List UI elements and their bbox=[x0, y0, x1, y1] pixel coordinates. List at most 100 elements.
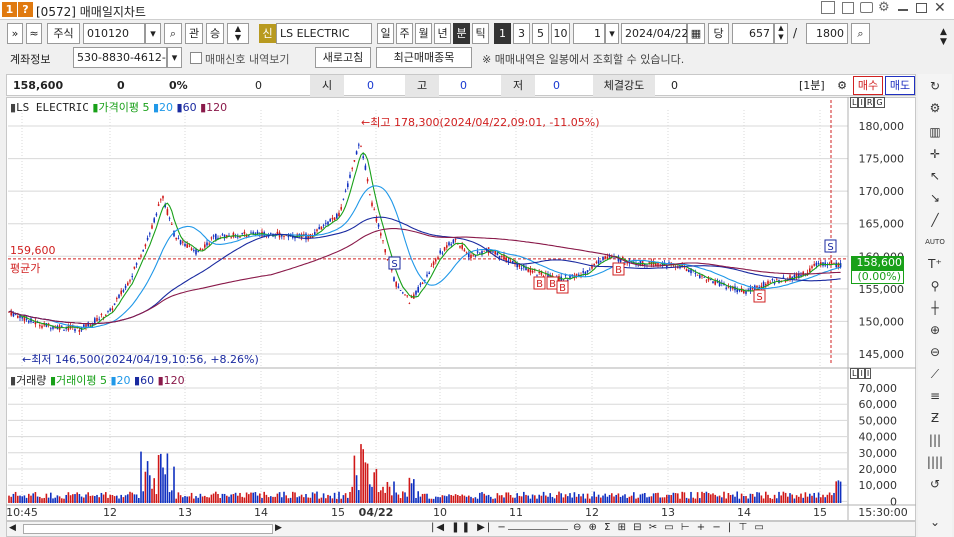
volume-bar bbox=[52, 498, 54, 503]
candle-body bbox=[399, 290, 402, 291]
scroll-left-icon[interactable]: ◀ bbox=[9, 523, 21, 535]
volume-bar bbox=[190, 492, 193, 503]
volume-pane-flags[interactable]: LII bbox=[850, 368, 872, 379]
volume-bar bbox=[371, 486, 373, 503]
candle-body bbox=[318, 227, 320, 230]
volume-bar bbox=[839, 481, 842, 503]
scroll-right-icon[interactable]: ▶ bbox=[275, 523, 282, 533]
indicator-icon[interactable]: ▥ bbox=[922, 122, 948, 142]
volume-bar bbox=[479, 492, 481, 503]
vflag-i1[interactable]: I bbox=[858, 368, 865, 379]
volume-bar bbox=[382, 486, 384, 503]
volume-bar bbox=[571, 497, 573, 503]
volume-bar bbox=[118, 498, 120, 503]
candle-body bbox=[283, 236, 285, 237]
volume-bar bbox=[351, 486, 353, 503]
scroll-down-icon[interactable]: ⌄ bbox=[922, 512, 948, 532]
cursor-icon[interactable]: ↖ bbox=[922, 166, 948, 186]
scroll-track[interactable] bbox=[23, 524, 273, 534]
volume-bar bbox=[208, 497, 210, 503]
candle-body bbox=[230, 237, 232, 239]
candle-body bbox=[703, 276, 705, 278]
pattern-icon[interactable]: ⟋ bbox=[922, 364, 948, 384]
refresh-icon[interactable]: ↻ bbox=[922, 76, 948, 96]
flag-g[interactable]: G bbox=[874, 97, 885, 108]
candle-icon[interactable]: ┼ bbox=[922, 298, 948, 318]
zoom-in-icon[interactable]: ⊕ bbox=[922, 320, 948, 340]
volume-bar bbox=[162, 467, 164, 503]
volume-bar bbox=[817, 492, 820, 503]
candle-body bbox=[177, 238, 180, 240]
volume-bar bbox=[333, 492, 336, 503]
settings-icon[interactable]: ⚙ bbox=[922, 98, 948, 118]
columns-icon[interactable]: |||| bbox=[922, 452, 948, 472]
candle-body bbox=[107, 311, 109, 312]
volume-bar bbox=[800, 493, 802, 503]
flag-r[interactable]: R bbox=[864, 97, 875, 108]
volume-bar bbox=[690, 491, 692, 503]
volume-bar bbox=[545, 495, 547, 503]
fibonacci-icon[interactable]: ≡ bbox=[922, 386, 948, 406]
price-axis-label: 180,000 bbox=[859, 120, 905, 133]
volume-bar bbox=[547, 496, 549, 503]
volume-bar bbox=[795, 495, 798, 503]
volume-bar bbox=[633, 492, 635, 503]
buy-marker-label: B bbox=[549, 279, 556, 290]
volume-legend-ma-label: 거래이평 bbox=[56, 374, 97, 387]
volume-bar bbox=[718, 495, 721, 503]
volume-bar bbox=[657, 492, 659, 503]
volume-bar bbox=[822, 494, 824, 503]
volume-legend-ma5: 5 bbox=[99, 374, 107, 387]
volume-bar bbox=[311, 492, 314, 503]
zoom-out-icon[interactable]: ⊖ bbox=[922, 342, 948, 362]
volume-bar bbox=[496, 493, 499, 503]
candle-body bbox=[712, 281, 714, 284]
trendline-icon[interactable]: ╱ bbox=[922, 210, 948, 230]
volume-bar bbox=[375, 468, 378, 503]
candle-body bbox=[725, 287, 727, 289]
auto-icon[interactable]: AUTO bbox=[922, 232, 948, 252]
playback-controls[interactable]: |◀ ❚❚ ▶| − ⊖ ⊕ Σ ⊞ ⊟ ✂ ▭ ⊢ + − | ⊤ ▭ bbox=[431, 522, 766, 533]
volume-bar bbox=[626, 497, 628, 503]
link-tool-icon[interactable]: ⚲ bbox=[922, 276, 948, 296]
volume-bar bbox=[219, 498, 221, 503]
candle-body bbox=[589, 269, 591, 271]
vflag-i2[interactable]: I bbox=[864, 368, 872, 379]
candle-body bbox=[600, 260, 602, 262]
volume-bar bbox=[8, 495, 10, 503]
volume-bar bbox=[630, 495, 633, 503]
volume-bar bbox=[278, 492, 281, 503]
bars-icon[interactable]: ||| bbox=[922, 430, 948, 450]
volume-bar bbox=[285, 495, 287, 503]
text-icon[interactable]: T⁺ bbox=[922, 254, 948, 274]
flag-i[interactable]: I bbox=[858, 97, 865, 108]
candle-body bbox=[329, 219, 331, 222]
crosshair-icon[interactable]: ✛ bbox=[922, 144, 948, 164]
volume-bar bbox=[404, 492, 406, 503]
volume-bar bbox=[296, 497, 298, 503]
candle-body bbox=[699, 275, 701, 279]
candle-body bbox=[124, 285, 127, 288]
volume-bar bbox=[303, 497, 305, 503]
volume-bar bbox=[793, 498, 796, 503]
time-axis-label: 14 bbox=[737, 506, 751, 519]
candle-body bbox=[377, 224, 380, 227]
volume-bar bbox=[184, 496, 186, 503]
candle-body bbox=[208, 243, 210, 245]
volume-bar bbox=[408, 477, 411, 503]
volume-bar bbox=[833, 492, 835, 503]
undo-icon[interactable]: ↺ bbox=[922, 474, 948, 494]
volume-bar bbox=[30, 495, 32, 503]
volume-bar bbox=[380, 490, 382, 503]
pointer-icon[interactable]: ↘ bbox=[922, 188, 948, 208]
candle-body bbox=[331, 217, 334, 220]
price-pane-flags[interactable]: LIRG bbox=[850, 97, 885, 108]
price-axis-label: 145,000 bbox=[859, 348, 905, 361]
zigzag-icon[interactable]: Ƶ bbox=[922, 408, 948, 428]
volume-bar bbox=[677, 493, 679, 503]
volume-bar bbox=[388, 486, 391, 503]
volume-bar bbox=[63, 498, 65, 503]
candle-body bbox=[111, 308, 114, 310]
volume-bar bbox=[122, 497, 125, 503]
volume-bar bbox=[41, 498, 43, 503]
